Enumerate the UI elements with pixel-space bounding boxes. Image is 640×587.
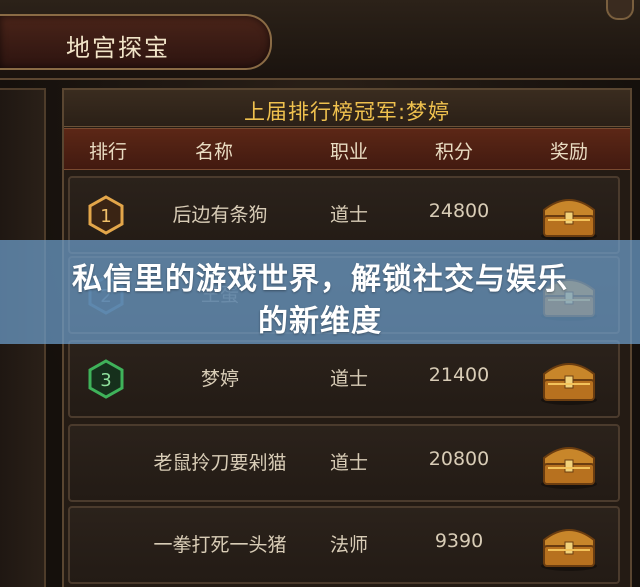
headline-line-1: 私信里的游戏世界，解锁社交与娱乐 bbox=[72, 262, 568, 297]
table-row: 老鼠拎刀要剁猫 道士 20800 bbox=[68, 424, 620, 502]
player-class: 法师 bbox=[329, 534, 368, 556]
header-name: 名称 bbox=[194, 141, 233, 163]
player-score: 24800 bbox=[428, 200, 490, 222]
rank-number: 3 bbox=[100, 370, 111, 391]
player-name: 梦婷 bbox=[200, 368, 239, 390]
player-class: 道士 bbox=[329, 204, 368, 226]
treasure-chest-icon[interactable] bbox=[538, 188, 600, 242]
player-score: 21400 bbox=[428, 364, 490, 386]
header-class: 职业 bbox=[329, 141, 368, 163]
player-class: 道士 bbox=[329, 368, 368, 390]
close-knob[interactable] bbox=[606, 0, 634, 20]
table-row: 3 梦婷 道士 21400 bbox=[68, 340, 620, 418]
table-row: 一拳打死一头猪 法师 9390 bbox=[68, 506, 620, 584]
treasure-chest-icon[interactable] bbox=[538, 436, 600, 490]
header-score: 积分 bbox=[434, 141, 473, 163]
headline-line-2: 的新维度 bbox=[258, 304, 382, 339]
top-frame: 地宫探宝 bbox=[0, 0, 640, 80]
rank-badge-icon: 1 bbox=[88, 195, 124, 235]
player-name: 后边有条狗 bbox=[172, 204, 268, 226]
header-reward: 奖励 bbox=[549, 141, 588, 163]
player-score: 9390 bbox=[434, 530, 484, 552]
treasure-chest-icon[interactable] bbox=[538, 518, 600, 572]
champion-banner: 上届排行榜冠军:梦婷 bbox=[64, 90, 630, 127]
champion-text: 上届排行榜冠军:梦婷 bbox=[243, 100, 451, 124]
treasure-chest-icon[interactable] bbox=[538, 352, 600, 406]
header-rank: 排行 bbox=[88, 141, 127, 163]
player-name: 一拳打死一头猪 bbox=[153, 534, 287, 556]
rank-badge-icon: 3 bbox=[88, 359, 124, 399]
leaderboard-header: 排行 名称 职业 积分 奖励 bbox=[64, 128, 630, 170]
player-class: 道士 bbox=[329, 452, 368, 474]
player-score: 20800 bbox=[428, 448, 490, 470]
player-name: 老鼠拎刀要剁猫 bbox=[153, 452, 287, 474]
game-screen: 地宫探宝 上届排行榜冠军:梦婷 排行 名称 职业 积分 奖励 1 后边有条狗 道… bbox=[0, 0, 640, 587]
panel-title: 地宫探宝 bbox=[66, 34, 170, 62]
headline-overlay: 私信里的游戏世界，解锁社交与娱乐 的新维度 bbox=[0, 240, 640, 344]
rank-number: 1 bbox=[100, 206, 111, 227]
